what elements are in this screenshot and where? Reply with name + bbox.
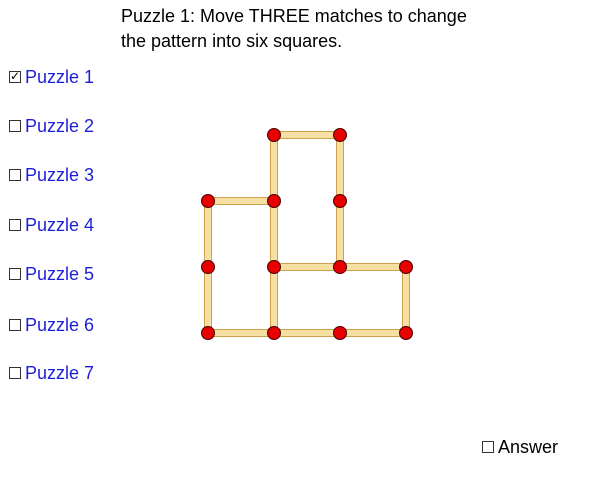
- match-head-point-K[interactable]: [267, 326, 281, 340]
- puzzle-3-checkbox[interactable]: [9, 169, 21, 181]
- match-head-point-H[interactable]: [333, 260, 347, 274]
- puzzle-1-checkbox[interactable]: ✓: [9, 69, 21, 83]
- puzzle-5-checkbox[interactable]: [9, 268, 21, 280]
- match-head-point-C[interactable]: [201, 194, 215, 208]
- match-heads-layer: [201, 128, 413, 340]
- matchstick-CD[interactable]: [207, 197, 275, 205]
- puzzle-7-label[interactable]: Puzzle 7: [25, 363, 94, 384]
- puzzle-6-checkbox[interactable]: [9, 319, 21, 331]
- puzzle-3-label[interactable]: Puzzle 3: [25, 165, 94, 186]
- match-head-point-D[interactable]: [267, 194, 281, 208]
- instructions-line-1: Puzzle 1: Move THREE matches to change: [121, 6, 467, 26]
- puzzle-5-option[interactable]: Puzzle 5: [9, 262, 94, 286]
- matchstick-FJ[interactable]: [204, 266, 212, 334]
- checkmark-icon: ✓: [10, 69, 21, 83]
- match-head-point-I[interactable]: [399, 260, 413, 274]
- match-head-point-G[interactable]: [267, 260, 281, 274]
- puzzle-4-label[interactable]: Puzzle 4: [25, 215, 94, 236]
- match-head-point-M[interactable]: [399, 326, 413, 340]
- matchstick-CF[interactable]: [204, 200, 212, 268]
- matchstick-KL[interactable]: [273, 329, 341, 337]
- puzzle-6-label[interactable]: Puzzle 6: [25, 315, 94, 336]
- matchstick-BE[interactable]: [336, 134, 344, 202]
- instructions-text: Puzzle 1: Move THREE matches to change t…: [121, 4, 541, 54]
- puzzle-4-option[interactable]: Puzzle 4: [9, 213, 94, 237]
- match-head-point-L[interactable]: [333, 326, 347, 340]
- match-head-point-E[interactable]: [333, 194, 347, 208]
- puzzle-2-option[interactable]: Puzzle 2: [9, 114, 94, 138]
- puzzle-6-option[interactable]: Puzzle 6: [9, 313, 94, 337]
- matchstick-EH[interactable]: [336, 200, 344, 268]
- puzzle-5-label[interactable]: Puzzle 5: [25, 264, 94, 285]
- matchstick-JK[interactable]: [207, 329, 275, 337]
- matches-layer: [204, 131, 410, 337]
- match-head-point-F[interactable]: [201, 260, 215, 274]
- puzzle-7-checkbox[interactable]: [9, 367, 21, 379]
- match-head-point-A[interactable]: [267, 128, 281, 142]
- answer-checkbox[interactable]: [482, 441, 494, 453]
- match-head-point-J[interactable]: [201, 326, 215, 340]
- puzzle-1-label[interactable]: Puzzle 1: [25, 67, 94, 88]
- matchstick-GH[interactable]: [273, 263, 341, 271]
- match-head-point-B[interactable]: [333, 128, 347, 142]
- matchstick-HI[interactable]: [339, 263, 407, 271]
- puzzle-1-option[interactable]: ✓ Puzzle 1: [9, 65, 94, 89]
- matchstick-GK[interactable]: [270, 266, 278, 334]
- matchstick-AD[interactable]: [270, 134, 278, 202]
- instructions-line-2: the pattern into six squares.: [121, 31, 343, 51]
- puzzle-2-label[interactable]: Puzzle 2: [25, 116, 94, 137]
- matchstick-AB[interactable]: [273, 131, 341, 139]
- puzzle-7-option[interactable]: Puzzle 7: [9, 361, 94, 385]
- matchstick-LM[interactable]: [339, 329, 407, 337]
- puzzle-3-option[interactable]: Puzzle 3: [9, 163, 94, 187]
- matchstick-IM[interactable]: [402, 266, 410, 334]
- puzzle-2-checkbox[interactable]: [9, 120, 21, 132]
- answer-label[interactable]: Answer: [498, 437, 558, 458]
- matchstick-DG[interactable]: [270, 200, 278, 268]
- puzzle-4-checkbox[interactable]: [9, 219, 21, 231]
- answer-option[interactable]: Answer: [482, 435, 558, 459]
